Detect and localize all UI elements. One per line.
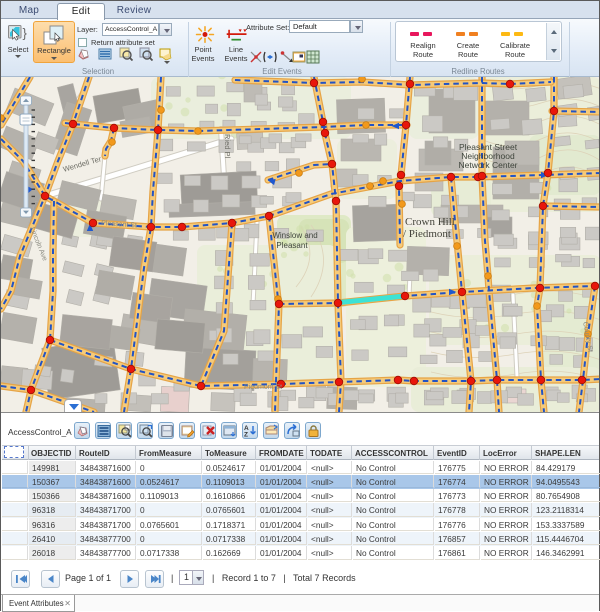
svg-text:Ried Pl: Ried Pl: [223, 134, 232, 159]
svg-text:}: }: [23, 26, 28, 41]
svg-text:Pleasant: Pleasant: [276, 241, 308, 250]
svg-text:Crown Hill: Crown Hill: [405, 216, 455, 228]
svg-text:Piedmont St: Piedmont St: [244, 384, 282, 391]
svg-text:Z: Z: [244, 432, 248, 439]
svg-text:Winslow and: Winslow and: [272, 231, 317, 240]
svg-text:/ Piedmont: / Piedmont: [403, 228, 451, 240]
svg-text:Network Center: Network Center: [458, 160, 517, 170]
